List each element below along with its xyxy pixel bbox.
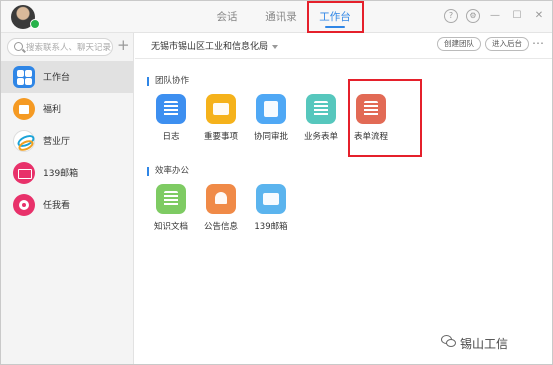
section-title-team: 团队协作 xyxy=(147,77,189,86)
add-icon[interactable]: + xyxy=(117,36,130,54)
log-icon xyxy=(156,94,186,124)
gift-icon xyxy=(13,98,35,120)
bell-icon xyxy=(206,184,236,214)
chevron-down-icon xyxy=(272,44,279,49)
app-knowledge-docs[interactable]: 知识文档 xyxy=(146,184,196,232)
video-icon xyxy=(13,194,35,216)
main-tabs: 会话 通讯录 工作台 xyxy=(201,1,363,33)
tab-chat[interactable]: 会话 xyxy=(201,1,253,33)
more-icon[interactable]: ⋯ xyxy=(532,36,544,50)
app-label: 协同审批 xyxy=(253,132,288,142)
settings-icon[interactable]: ⚙ xyxy=(466,9,480,23)
table-icon xyxy=(306,94,336,124)
sidebar-item-label: 139邮箱 xyxy=(43,169,79,179)
sidebar-item-label: 任我看 xyxy=(43,201,71,211)
section-title-efficiency: 效率办公 xyxy=(147,167,189,176)
sidebar-item-139-mail[interactable]: 139邮箱 xyxy=(1,157,133,189)
title-bar: 会话 通讯录 工作台 ? ⚙ — ☐ ✕ xyxy=(1,1,552,33)
grid-icon xyxy=(13,66,35,88)
sidebar: 搜索联系人、聊天记录 + 工作台 福利 营业厅 139邮箱 任我看 xyxy=(1,33,134,364)
enter-admin-button[interactable]: 进入后台 xyxy=(485,37,529,51)
mail-icon xyxy=(13,162,35,184)
workbench-panel: 无锡市锡山区工业和信息化局 创建团队 进入后台 ⋯ 团队协作 日志 重要事项 协… xyxy=(135,33,552,364)
search-icon xyxy=(14,42,23,51)
app-label: 日志 xyxy=(162,132,180,142)
create-team-button[interactable]: 创建团队 xyxy=(437,37,481,51)
approval-icon xyxy=(256,94,286,124)
watermark-text: 锡山工信 xyxy=(460,337,509,351)
close-icon[interactable]: ✕ xyxy=(532,9,546,23)
app-label: 重要事项 xyxy=(203,132,238,142)
sidebar-item-renwokan[interactable]: 任我看 xyxy=(1,189,133,221)
app-label: 公告信息 xyxy=(203,222,238,232)
app-label: 139邮箱 xyxy=(254,222,288,232)
search-placeholder: 搜索联系人、聊天记录 xyxy=(26,43,112,53)
app-label: 表单流程 xyxy=(353,132,388,142)
sidebar-item-label: 福利 xyxy=(43,105,62,115)
app-business-form[interactable]: 业务表单 xyxy=(296,94,346,142)
app-label: 知识文档 xyxy=(153,222,188,232)
tab-workbench[interactable]: 工作台 xyxy=(309,1,361,33)
sidebar-item-label: 工作台 xyxy=(43,73,71,83)
sidebar-item-benefits[interactable]: 福利 xyxy=(1,93,133,125)
mail-icon xyxy=(256,184,286,214)
document-icon xyxy=(156,184,186,214)
app-approval[interactable]: 协同审批 xyxy=(246,94,296,142)
app-announcements[interactable]: 公告信息 xyxy=(196,184,246,232)
minimize-icon[interactable]: — xyxy=(488,9,502,23)
app-window: 会话 通讯录 工作台 ? ⚙ — ☐ ✕ 搜索联系人、聊天记录 + 工作台 福利… xyxy=(0,0,553,365)
sidebar-item-workbench[interactable]: 工作台 xyxy=(1,61,133,93)
app-label: 业务表单 xyxy=(303,132,338,142)
sidebar-item-service-hall[interactable]: 营业厅 xyxy=(1,125,133,157)
online-status-icon xyxy=(30,19,40,29)
search-input[interactable]: 搜索联系人、聊天记录 xyxy=(7,38,113,56)
help-icon[interactable]: ? xyxy=(444,9,458,23)
org-name: 无锡市锡山区工业和信息化局 xyxy=(151,42,269,52)
app-139-mail[interactable]: 139邮箱 xyxy=(246,184,296,232)
app-log[interactable]: 日志 xyxy=(146,94,196,142)
wechat-logo-icon xyxy=(441,335,457,349)
flag-icon xyxy=(206,94,236,124)
sidebar-item-label: 营业厅 xyxy=(43,137,71,147)
divider xyxy=(135,58,552,59)
org-selector[interactable]: 无锡市锡山区工业和信息化局 xyxy=(151,39,279,52)
app-important-matters[interactable]: 重要事项 xyxy=(196,94,246,142)
sidebar-nav: 工作台 福利 营业厅 139邮箱 任我看 xyxy=(1,61,133,221)
app-form-workflow[interactable]: 表单流程 xyxy=(346,94,396,142)
tab-contacts[interactable]: 通讯录 xyxy=(255,1,307,33)
window-controls: ? ⚙ — ☐ ✕ xyxy=(444,9,546,23)
maximize-icon[interactable]: ☐ xyxy=(510,9,524,23)
china-mobile-icon xyxy=(13,130,35,152)
form-workflow-icon xyxy=(356,94,386,124)
